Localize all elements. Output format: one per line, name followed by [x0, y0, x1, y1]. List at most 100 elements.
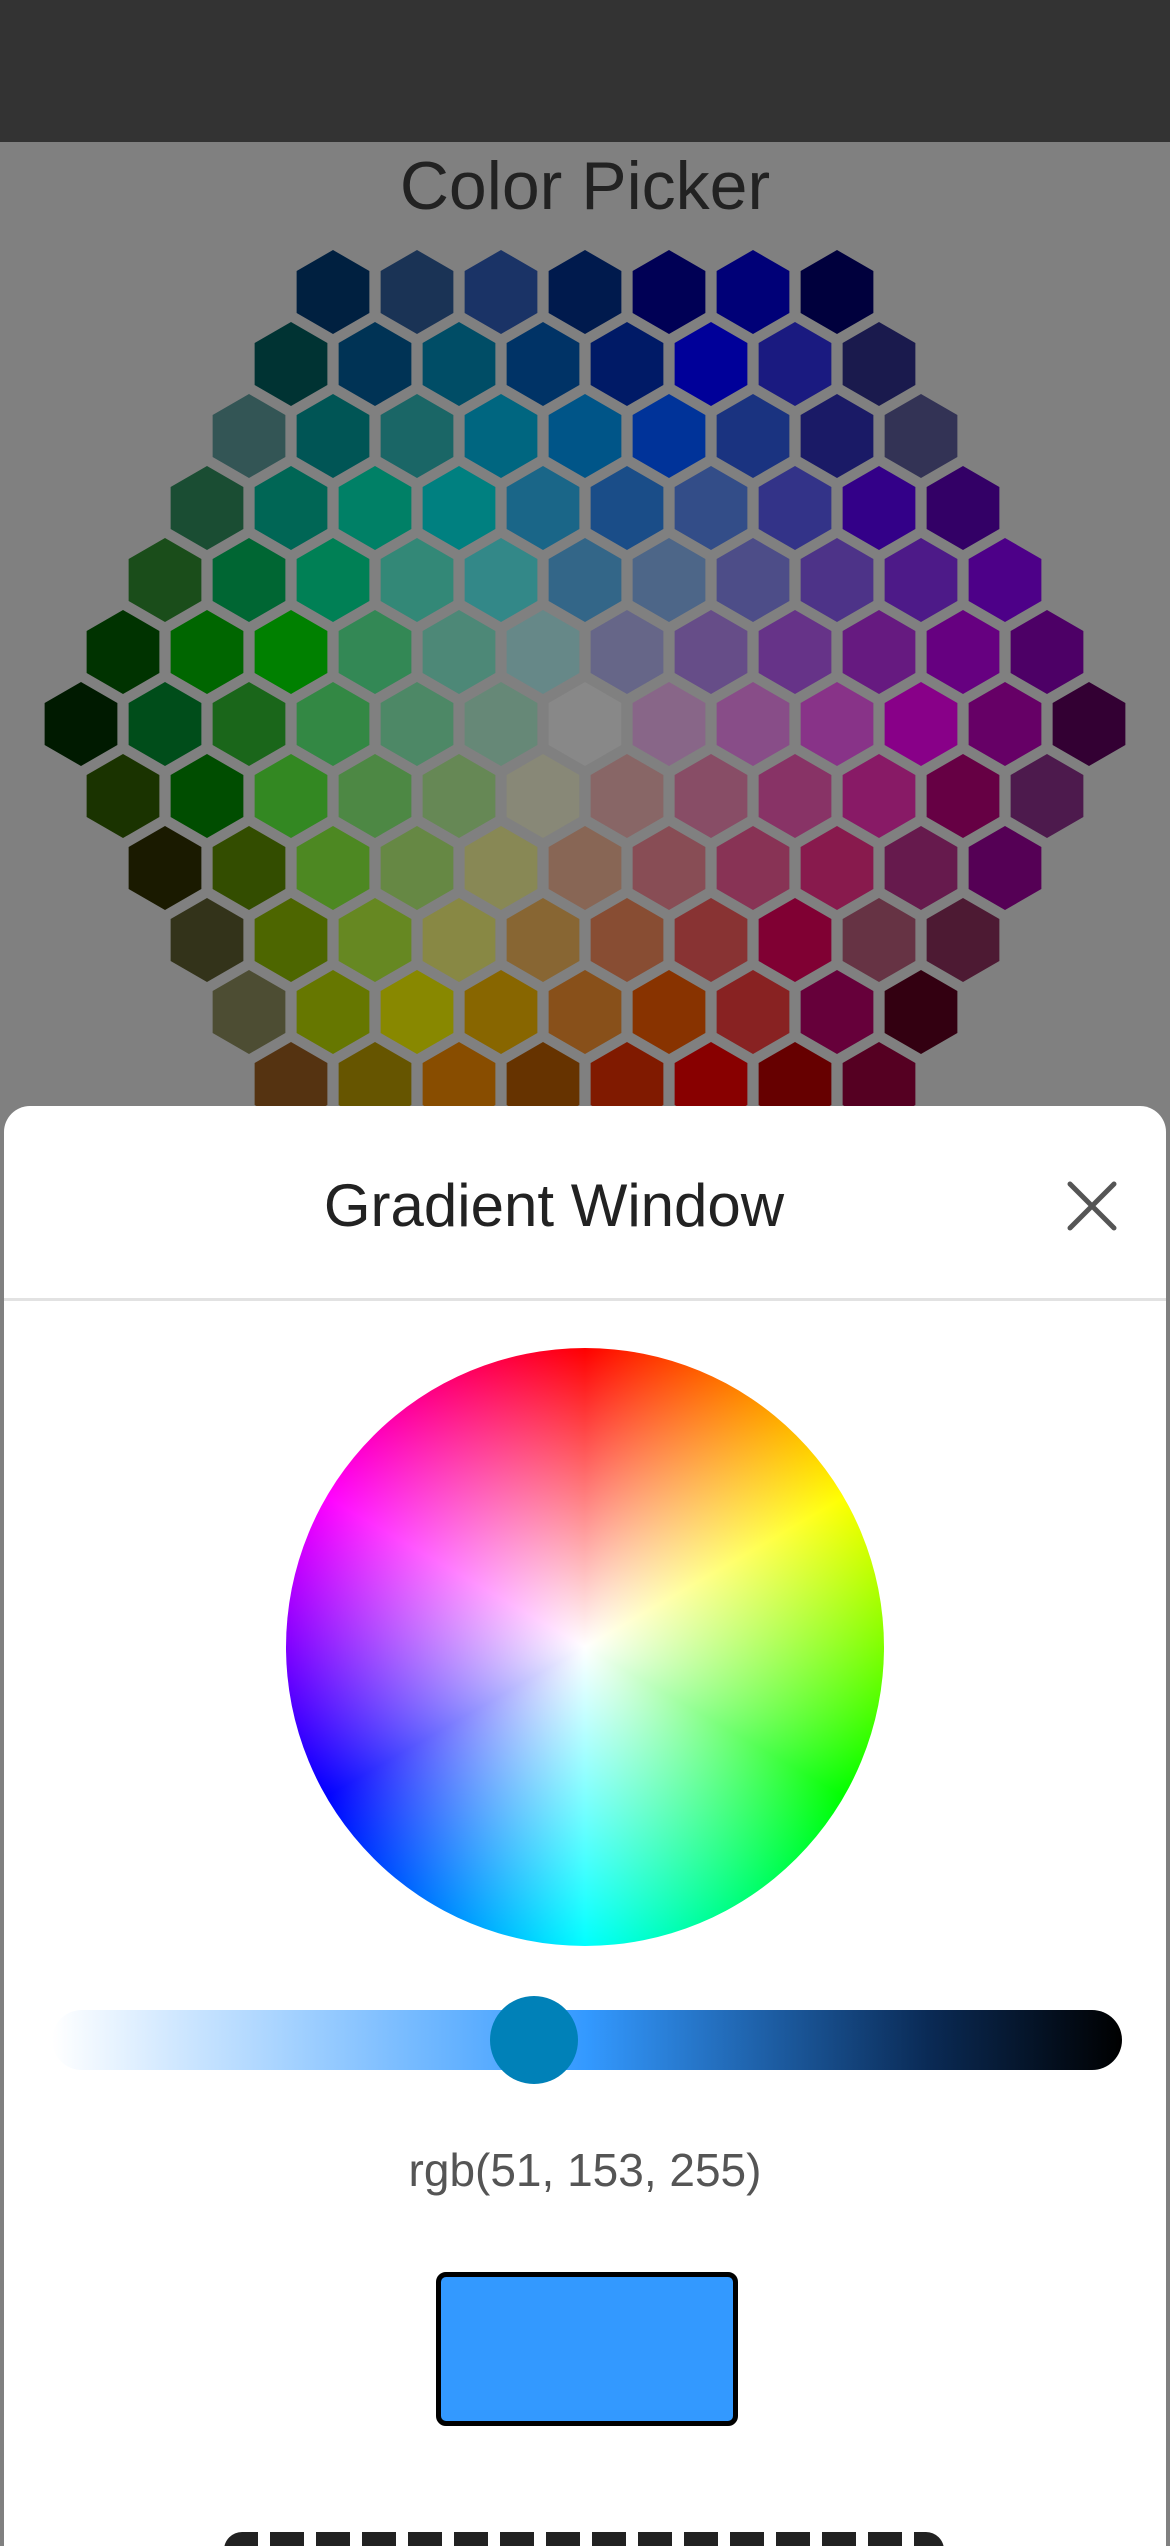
hex-swatch[interactable] [716, 394, 790, 478]
hex-swatch[interactable] [968, 682, 1042, 766]
hex-swatch[interactable] [632, 826, 706, 910]
hex-swatch[interactable] [464, 250, 538, 334]
hex-swatch[interactable] [254, 898, 328, 982]
hex-swatch[interactable] [548, 682, 622, 766]
hex-swatch[interactable] [590, 322, 664, 406]
hex-swatch[interactable] [800, 826, 874, 910]
hex-swatch[interactable] [548, 538, 622, 622]
hex-swatch[interactable] [380, 970, 454, 1054]
hex-swatch[interactable] [884, 682, 958, 766]
hex-swatch[interactable] [674, 754, 748, 838]
hex-swatch[interactable] [674, 466, 748, 550]
hex-swatch[interactable] [548, 826, 622, 910]
hex-swatch[interactable] [464, 394, 538, 478]
hex-swatch[interactable] [926, 610, 1000, 694]
hex-swatch[interactable] [254, 466, 328, 550]
hex-swatch[interactable] [506, 466, 580, 550]
hex-swatch[interactable] [800, 970, 874, 1054]
hex-swatch[interactable] [464, 826, 538, 910]
hex-swatch[interactable] [506, 898, 580, 982]
hex-swatch[interactable] [758, 754, 832, 838]
hex-swatch[interactable] [422, 610, 496, 694]
hex-swatch[interactable] [338, 898, 412, 982]
hex-swatch[interactable] [212, 682, 286, 766]
hex-swatch[interactable] [590, 610, 664, 694]
hex-swatch[interactable] [464, 538, 538, 622]
hex-swatch[interactable] [338, 322, 412, 406]
hex-swatch[interactable] [548, 250, 622, 334]
hex-swatch[interactable] [632, 250, 706, 334]
hex-swatch[interactable] [422, 322, 496, 406]
hex-swatch[interactable] [716, 826, 790, 910]
hex-swatch[interactable] [254, 754, 328, 838]
hex-swatch[interactable] [926, 754, 1000, 838]
hex-swatch[interactable] [800, 394, 874, 478]
hex-swatch[interactable] [422, 466, 496, 550]
hex-swatch[interactable] [632, 682, 706, 766]
hex-swatch[interactable] [716, 682, 790, 766]
hex-swatch[interactable] [632, 970, 706, 1054]
hex-swatch[interactable] [674, 898, 748, 982]
hex-swatch[interactable] [170, 898, 244, 982]
hex-swatch[interactable] [548, 394, 622, 478]
hex-swatch[interactable] [1010, 610, 1084, 694]
hex-swatch[interactable] [842, 898, 916, 982]
hex-swatch[interactable] [590, 898, 664, 982]
hex-swatch[interactable] [968, 826, 1042, 910]
hex-swatch[interactable] [422, 754, 496, 838]
hex-swatch[interactable] [758, 322, 832, 406]
color-wheel[interactable] [286, 1348, 884, 1946]
hex-swatch[interactable] [338, 610, 412, 694]
brightness-slider-thumb[interactable] [489, 1996, 578, 2084]
hex-swatch[interactable] [422, 898, 496, 982]
hex-swatch[interactable] [44, 682, 118, 766]
hex-swatch[interactable] [254, 322, 328, 406]
hex-swatch[interactable] [926, 466, 1000, 550]
hex-swatch[interactable] [128, 682, 202, 766]
hex-swatch[interactable] [800, 682, 874, 766]
hex-swatch[interactable] [674, 610, 748, 694]
hex-swatch[interactable] [212, 826, 286, 910]
hex-swatch[interactable] [464, 682, 538, 766]
hex-swatch[interactable] [674, 322, 748, 406]
hex-swatch[interactable] [170, 466, 244, 550]
hex-swatch[interactable] [800, 538, 874, 622]
hex-swatch[interactable] [590, 754, 664, 838]
color-preview-swatch[interactable] [436, 2272, 738, 2426]
hex-swatch[interactable] [380, 538, 454, 622]
hex-swatch[interactable] [716, 250, 790, 334]
hex-swatch[interactable] [380, 250, 454, 334]
hex-swatch[interactable] [590, 466, 664, 550]
brightness-slider[interactable] [52, 2010, 1122, 2070]
hex-swatch[interactable] [128, 538, 202, 622]
hex-swatch[interactable] [926, 898, 1000, 982]
hex-swatch[interactable] [212, 538, 286, 622]
hex-swatch[interactable] [758, 898, 832, 982]
hex-swatch[interactable] [842, 754, 916, 838]
hex-swatch[interactable] [296, 394, 370, 478]
hex-swatch[interactable] [296, 970, 370, 1054]
hex-swatch[interactable] [548, 970, 622, 1054]
hex-swatch[interactable] [968, 538, 1042, 622]
hex-swatch[interactable] [296, 250, 370, 334]
hex-swatch[interactable] [1052, 682, 1126, 766]
hex-swatch[interactable] [884, 970, 958, 1054]
hex-swatch[interactable] [842, 466, 916, 550]
hex-swatch[interactable] [296, 538, 370, 622]
hex-swatch[interactable] [212, 394, 286, 478]
hex-swatch[interactable] [842, 322, 916, 406]
hex-swatch[interactable] [212, 970, 286, 1054]
hex-swatch[interactable] [1010, 754, 1084, 838]
hex-swatch[interactable] [506, 322, 580, 406]
hex-swatch[interactable] [716, 538, 790, 622]
hex-swatch[interactable] [758, 466, 832, 550]
hex-swatch[interactable] [884, 826, 958, 910]
hex-swatch[interactable] [716, 970, 790, 1054]
hex-swatch[interactable] [254, 610, 328, 694]
hex-swatch[interactable] [380, 682, 454, 766]
hex-swatch[interactable] [338, 466, 412, 550]
hex-swatch[interactable] [842, 610, 916, 694]
hex-swatch[interactable] [338, 754, 412, 838]
hex-swatch[interactable] [86, 754, 160, 838]
hex-swatch[interactable] [170, 754, 244, 838]
